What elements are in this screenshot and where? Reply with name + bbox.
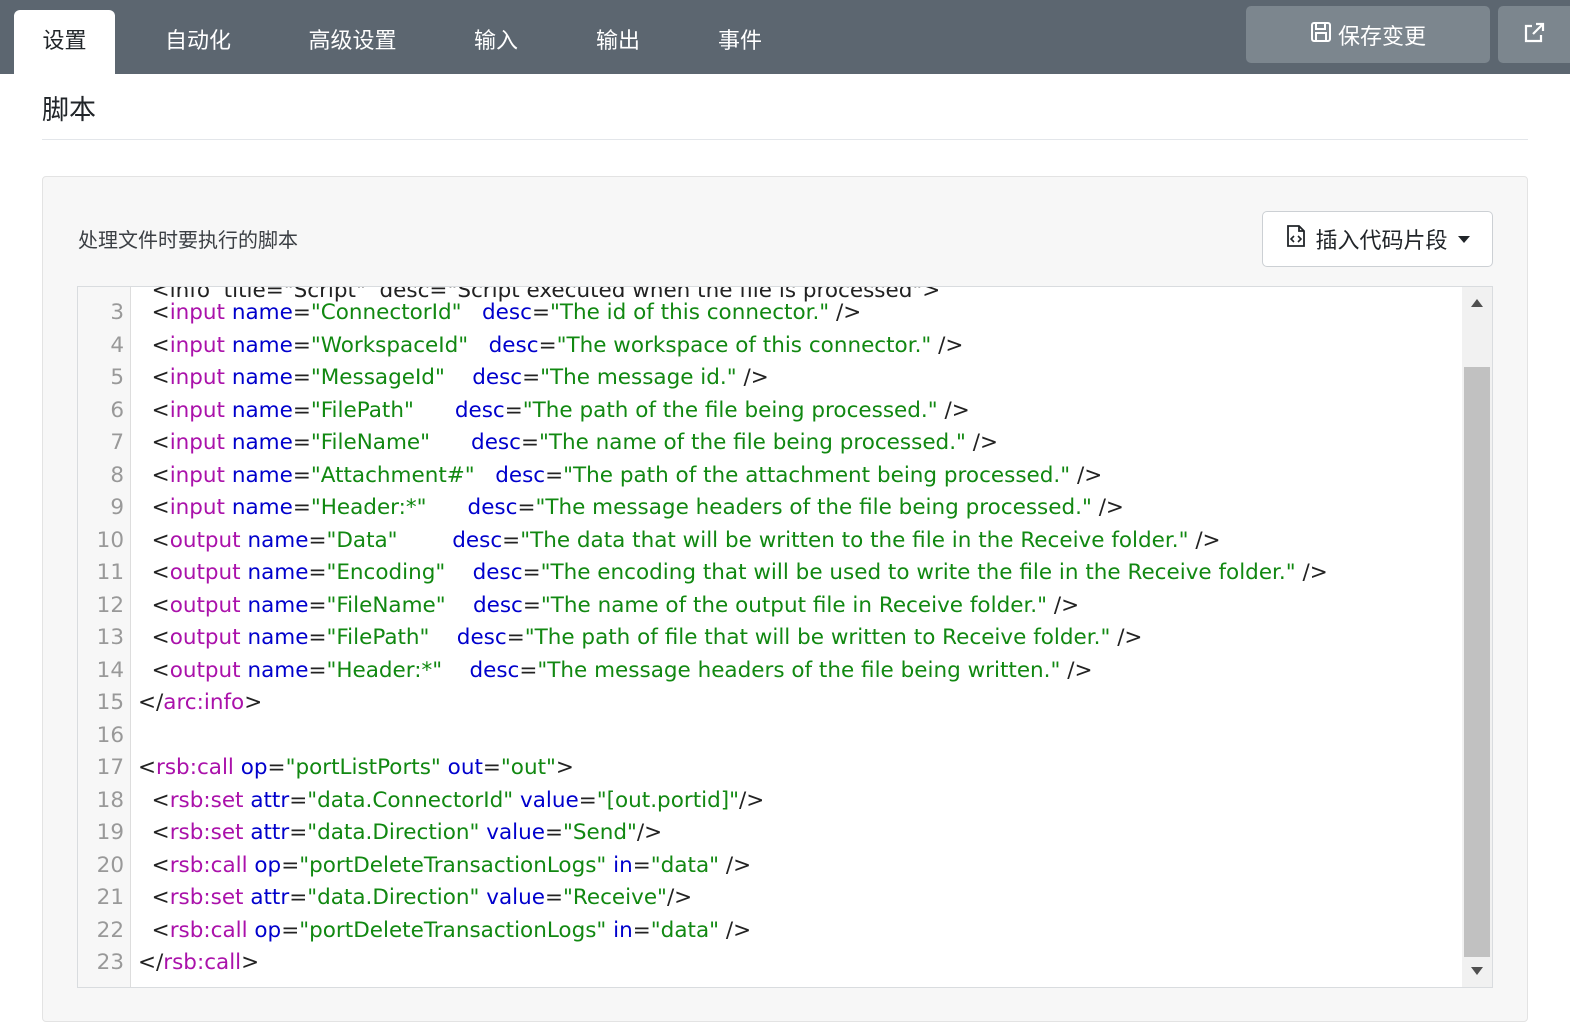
code-text: </arc:info> (138, 690, 263, 715)
code-line: 11 <output name="Encoding" desc="The enc… (78, 557, 1458, 590)
chevron-down-icon (1457, 235, 1470, 243)
code-text: <rsb:set attr="data.Direction" value="Se… (138, 820, 663, 845)
code-line: 22 <rsb:call op="portDeleteTransactionLo… (78, 915, 1458, 948)
tab-output[interactable]: 输出 (572, 10, 664, 74)
code-text: <rsb:set attr="data.Direction" value="Re… (138, 885, 693, 910)
code-line: 6 <input name="FilePath" desc="The path … (78, 395, 1458, 428)
scroll-down-arrow-icon[interactable] (1471, 967, 1483, 975)
code-line: 8 <input name="Attachment#" desc="The pa… (78, 460, 1458, 493)
line-number: 14 (96, 657, 124, 683)
code-line: 20 <rsb:call op="portDeleteTransactionLo… (78, 850, 1458, 883)
line-number: 15 (96, 690, 124, 715)
code-text: <output name="Encoding" desc="The encodi… (138, 560, 1328, 585)
line-number: 6 (110, 397, 124, 423)
code-line: 19 <rsb:set attr="data.Direction" value=… (78, 817, 1458, 850)
line-number: 5 (110, 365, 124, 390)
line-number: 7 (110, 430, 124, 455)
line-number: 22 (96, 917, 124, 943)
insert-snippet-label: 插入代码片段 (1315, 229, 1448, 254)
top-navigation-bar: 设置 自动化 高级设置 输入 输出 事件 保存变更 (0, 0, 1570, 74)
code-text: <input name="Attachment#" desc="The path… (138, 462, 1103, 488)
script-code-editor[interactable]: <info title="Script" desc="Script execut… (77, 286, 1493, 988)
line-number: 19 (96, 820, 124, 845)
line-number: 16 (96, 722, 124, 748)
code-text: <output name="FileName" desc="The name o… (138, 592, 1080, 618)
tab-settings[interactable]: 设置 (14, 10, 115, 74)
tab-advanced-settings[interactable]: 高级设置 (290, 10, 415, 74)
line-number: 8 (110, 462, 124, 488)
code-text: <output name="Data" desc="The data that … (138, 527, 1221, 553)
code-text: <rsb:call op="portDeleteTransactionLogs"… (138, 917, 752, 943)
tab-events[interactable]: 事件 (694, 10, 786, 74)
save-changes-label: 保存变更 (1337, 24, 1426, 50)
line-number: 18 (96, 787, 124, 813)
floppy-disk-icon (1310, 21, 1332, 49)
code-text: </rsb:call> (138, 950, 260, 975)
code-line: 4 <input name="WorkspaceId" desc="The wo… (78, 330, 1458, 363)
script-description-label: 处理文件时要执行的脚本 (78, 228, 298, 252)
code-text: <rsb:call op="portListPorts" out="out"> (138, 755, 574, 780)
line-number: 21 (96, 885, 124, 910)
code-line: 14 <output name="Header:*" desc="The mes… (78, 655, 1458, 688)
line-number: 4 (110, 332, 124, 358)
line-number: 10 (96, 527, 124, 553)
line-number: 13 (96, 625, 124, 650)
code-text: <input name="FilePath" desc="The path of… (138, 397, 970, 423)
code-text: <input name="WorkspaceId" desc="The work… (138, 332, 964, 358)
editor-scrollbar[interactable] (1462, 287, 1492, 987)
code-text: <output name="Header:*" desc="The messag… (138, 657, 1093, 683)
code-line: 9 <input name="Header:*" desc="The messa… (78, 492, 1458, 525)
code-text: <rsb:set attr="data.ConnectorId" value="… (138, 787, 765, 813)
code-text: <input name="Header:*" desc="The message… (138, 495, 1124, 520)
tab-automation[interactable]: 自动化 (140, 10, 256, 74)
code-line: 12 <output name="FileName" desc="The nam… (78, 590, 1458, 623)
code-line: 17 <rsb:call op="portListPorts" out="out"… (78, 752, 1458, 785)
code-line: 13 <output name="FilePath" desc="The pat… (78, 622, 1458, 655)
code-line: 10 <output name="Data" desc="The data th… (78, 525, 1458, 558)
tab-input[interactable]: 输入 (450, 10, 542, 74)
line-number: 9 (110, 495, 124, 520)
code-line: 18 <rsb:set attr="data.ConnectorId" valu… (78, 785, 1458, 818)
code-line: 5 <input name="MessageId" desc="The mess… (78, 362, 1458, 395)
save-changes-button[interactable]: 保存变更 (1246, 6, 1490, 63)
code-lines: <info title="Script" desc="Script execut… (78, 287, 1458, 980)
code-text: <input name="ConnectorId" desc="The id o… (138, 300, 862, 325)
code-text: <input name="FileName" desc="The name of… (138, 430, 999, 455)
code-text: <rsb:call op="portDeleteTransactionLogs"… (138, 852, 752, 878)
code-text: <input name="MessageId" desc="The messag… (138, 365, 769, 390)
insert-snippet-dropdown[interactable]: 插入代码片段 (1262, 211, 1493, 267)
code-text: <output name="FilePath" desc="The path o… (138, 625, 1143, 650)
code-line: 16 (78, 720, 1458, 753)
title-divider (42, 139, 1528, 140)
line-number: 23 (96, 950, 124, 975)
code-line: 21 <rsb:set attr="data.Direction" value=… (78, 882, 1458, 915)
line-number: 12 (96, 592, 124, 618)
scrollbar-thumb[interactable] (1464, 367, 1490, 957)
line-number: 17 (96, 755, 124, 780)
line-number: 3 (110, 300, 124, 325)
code-line: 15 </arc:info> (78, 687, 1458, 720)
scroll-up-arrow-icon[interactable] (1471, 299, 1483, 307)
page-title: 脚本 (42, 95, 96, 126)
open-external-button[interactable] (1498, 6, 1570, 63)
code-line: 7 <input name="FileName" desc="The name … (78, 427, 1458, 460)
file-code-icon (1285, 224, 1307, 254)
code-line: 3 <input name="ConnectorId" desc="The id… (78, 297, 1458, 330)
code-line: 23 </rsb:call> (78, 947, 1458, 980)
line-number: 11 (96, 560, 124, 585)
line-number: 20 (96, 852, 124, 878)
external-link-icon (1522, 21, 1546, 49)
